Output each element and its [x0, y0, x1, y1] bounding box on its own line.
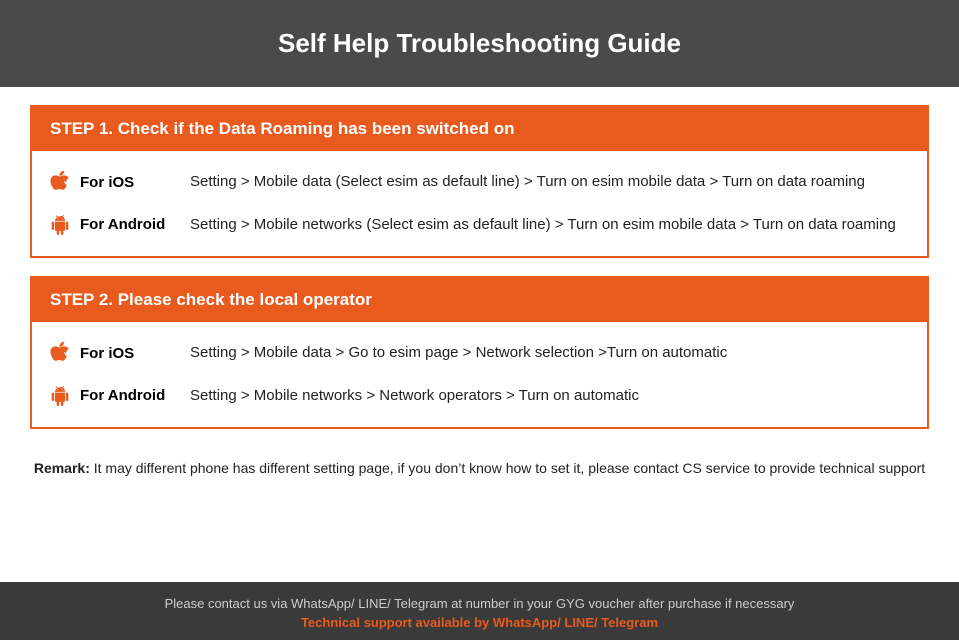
footer-support-text: Technical support available by WhatsApp/… [20, 615, 939, 630]
main-content: STEP 1. Check if the Data Roaming has be… [0, 87, 959, 582]
step2-android-row: For Android Setting > Mobile networks > … [32, 375, 927, 418]
apple-icon-2 [50, 342, 72, 364]
step1-ios-instruction: Setting > Mobile data (Select esim as de… [190, 171, 865, 194]
remark-section: Remark: It may different phone has diffe… [30, 447, 929, 493]
step1-ios-label-text: For iOS [80, 174, 134, 191]
step1-android-label-text: For Android [80, 216, 165, 233]
android-icon-1 [50, 214, 72, 236]
step2-android-label: For Android [50, 385, 190, 407]
step1-block: STEP 1. Check if the Data Roaming has be… [30, 105, 929, 258]
step2-ios-label-text: For iOS [80, 345, 134, 362]
step1-ios-row: For iOS Setting > Mobile data (Select es… [32, 161, 927, 204]
step1-android-instruction: Setting > Mobile networks (Select esim a… [190, 214, 896, 237]
android-icon-2 [50, 385, 72, 407]
step1-ios-label: For iOS [50, 171, 190, 193]
step2-block: STEP 2. Please check the local operator … [30, 276, 929, 429]
footer-contact-text: Please contact us via WhatsApp/ LINE/ Te… [20, 596, 939, 611]
step1-android-row: For Android Setting > Mobile networks (S… [32, 204, 927, 247]
page-header: Self Help Troubleshooting Guide [0, 0, 959, 87]
apple-icon [50, 171, 72, 193]
step2-ios-row: For iOS Setting > Mobile data > Go to es… [32, 332, 927, 375]
step2-android-instruction: Setting > Mobile networks > Network oper… [190, 385, 639, 408]
step1-body: For iOS Setting > Mobile data (Select es… [32, 151, 927, 256]
step2-android-label-text: For Android [80, 387, 165, 404]
step2-header: STEP 2. Please check the local operator [32, 278, 927, 322]
footer: Please contact us via WhatsApp/ LINE/ Te… [0, 582, 959, 640]
step2-title: STEP 2. Please check the local operator [50, 290, 372, 309]
step1-header: STEP 1. Check if the Data Roaming has be… [32, 107, 927, 151]
remark-label: Remark: [34, 460, 90, 476]
step2-body: For iOS Setting > Mobile data > Go to es… [32, 322, 927, 427]
step1-android-label: For Android [50, 214, 190, 236]
step2-ios-instruction: Setting > Mobile data > Go to esim page … [190, 342, 727, 365]
step1-title: STEP 1. Check if the Data Roaming has be… [50, 119, 514, 138]
remark-text: It may different phone has different set… [90, 460, 925, 476]
page-title: Self Help Troubleshooting Guide [20, 28, 939, 59]
step2-ios-label: For iOS [50, 342, 190, 364]
